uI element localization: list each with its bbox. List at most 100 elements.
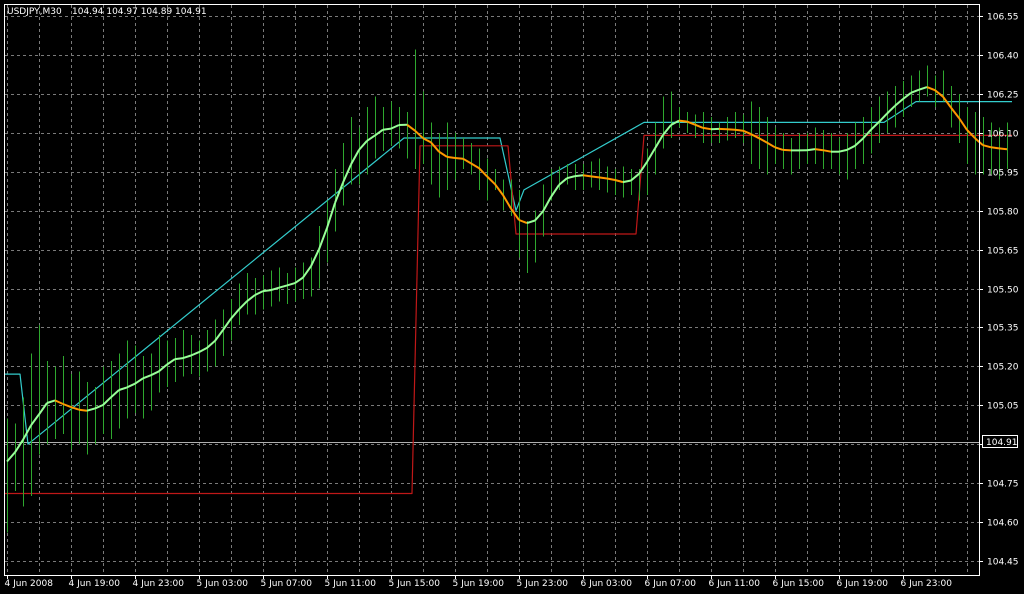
trend-line-segment — [958, 117, 968, 131]
trend-line-segment — [366, 134, 376, 142]
x-tick-label: 4 Jun 2008 — [5, 579, 54, 589]
axis-layer: 104.45104.60104.75104.90105.05105.20105.… — [5, 13, 1019, 590]
trend-line-segment — [518, 219, 528, 225]
x-tick-label: 6 Jun 23:00 — [901, 579, 953, 589]
trend-line-segment — [598, 176, 608, 180]
trend-line-segment — [646, 147, 656, 163]
x-tick-label: 5 Jun 19:00 — [453, 579, 505, 589]
trend-line-segment — [454, 157, 464, 160]
trend-line-segment — [934, 89, 944, 98]
trend-line-segment — [462, 157, 472, 165]
indicator-line — [4, 134, 1012, 495]
trend-line-segment — [174, 357, 184, 361]
trend-line-segment — [526, 219, 536, 225]
chart-canvas: 104.45104.60104.75104.90105.05105.20105.… — [4, 4, 1019, 590]
trend-line-segment — [894, 98, 904, 107]
trend-line-segment — [446, 155, 456, 159]
chart-symbol-label: USDJPY,M30 — [7, 7, 62, 17]
indicator-layer — [4, 101, 1012, 495]
x-tick-label: 5 Jun 23:00 — [517, 579, 569, 589]
x-tick-label: 5 Jun 15:00 — [389, 579, 441, 589]
x-tick-label: 6 Jun 07:00 — [645, 579, 697, 589]
y-tick-label: 105.50 — [987, 286, 1019, 296]
y-tick-label: 106.55 — [987, 13, 1019, 23]
trend-line-segment — [766, 141, 776, 149]
x-tick-label: 5 Jun 03:00 — [197, 579, 249, 589]
bid-price-label: 104.91 — [986, 438, 1018, 448]
y-tick-label: 105.20 — [987, 363, 1019, 373]
trend-line-segment — [990, 146, 1000, 150]
trend-line-segment — [542, 196, 552, 212]
trend-line-segment — [902, 92, 912, 100]
trend-line-segment — [350, 149, 360, 165]
trend-line-segment — [118, 386, 128, 391]
trend-line-segment — [614, 179, 624, 184]
trend-line-segment — [870, 121, 880, 131]
trend-line-segment — [494, 183, 504, 196]
indicator-line — [4, 101, 1012, 445]
trend-line-segment — [582, 174, 592, 178]
x-tick-label: 4 Jun 19:00 — [69, 579, 121, 589]
trend-line-segment — [590, 175, 600, 179]
trend-line-segment — [342, 163, 352, 184]
y-tick-label: 105.05 — [987, 402, 1019, 412]
trend-line-segment — [294, 276, 304, 284]
trend-line-segment — [278, 284, 288, 289]
trend-line-segment — [998, 147, 1008, 151]
y-tick-label: 105.80 — [987, 208, 1019, 218]
trend-line-segment — [726, 128, 736, 131]
trend-line-segment — [30, 413, 40, 426]
trend-line-segment — [182, 354, 192, 360]
trend-line-segment — [326, 202, 336, 229]
trend-line-segment — [374, 128, 384, 137]
x-tick-label: 6 Jun 15:00 — [773, 579, 825, 589]
trend-line-segment — [310, 248, 320, 267]
trend-line-segment — [62, 403, 72, 409]
trend-line-segment — [198, 347, 208, 353]
x-tick-label: 6 Jun 03:00 — [581, 579, 633, 589]
trend-line-segment — [150, 370, 160, 377]
trend-line-segment — [54, 399, 64, 405]
x-tick-label: 6 Jun 11:00 — [709, 579, 761, 589]
trend-line-segment — [70, 406, 80, 411]
trend-line-segment — [910, 88, 920, 94]
trend-line-segment — [750, 133, 760, 140]
y-tick-label: 105.95 — [987, 169, 1019, 179]
trend-line-segment — [630, 173, 640, 182]
trend-line-segment — [438, 150, 448, 158]
trend-line-segment — [358, 140, 368, 151]
trend-line-segment — [678, 119, 688, 123]
trend-line-segment — [110, 389, 120, 398]
trend-line-segment — [982, 144, 992, 149]
y-tick-label: 106.25 — [987, 91, 1019, 101]
trend-line-segment — [854, 137, 864, 147]
chart-window: 104.45104.60104.75104.90105.05105.20105.… — [0, 0, 1024, 594]
grid-layer — [5, 5, 979, 575]
trend-line-segment — [254, 290, 264, 296]
trend-line-segment — [758, 137, 768, 144]
trend-line-segment — [486, 175, 496, 185]
trend-line-segment — [214, 329, 224, 342]
trend-line-segment — [430, 141, 440, 153]
trend-line-segment — [142, 374, 152, 380]
trend-line-segment — [622, 179, 632, 184]
trend-line-segment — [702, 126, 712, 131]
trend-line-segment — [782, 148, 792, 152]
trend-line-segment — [238, 300, 248, 311]
y-tick-label: 106.40 — [987, 52, 1019, 62]
chart-ohlc-label: 104.94 104.97 104.89 104.91 — [72, 7, 207, 17]
trend-line-segment — [926, 86, 936, 92]
trend-line-segment — [838, 148, 848, 153]
x-tick-label: 4 Jun 23:00 — [133, 579, 185, 589]
trend-line-segment — [574, 174, 584, 178]
trend-line-segment — [950, 106, 960, 119]
trend-line-segment — [774, 146, 784, 151]
trend-line-segment — [654, 134, 664, 149]
trend-line-segment — [158, 363, 168, 373]
y-tick-label: 104.75 — [987, 480, 1019, 490]
trend-line-segment — [190, 351, 200, 357]
trend-line-segment — [886, 105, 896, 115]
trend-line-segment — [246, 294, 256, 302]
trend-line-segment — [422, 137, 432, 144]
y-tick-label: 104.45 — [987, 558, 1019, 568]
